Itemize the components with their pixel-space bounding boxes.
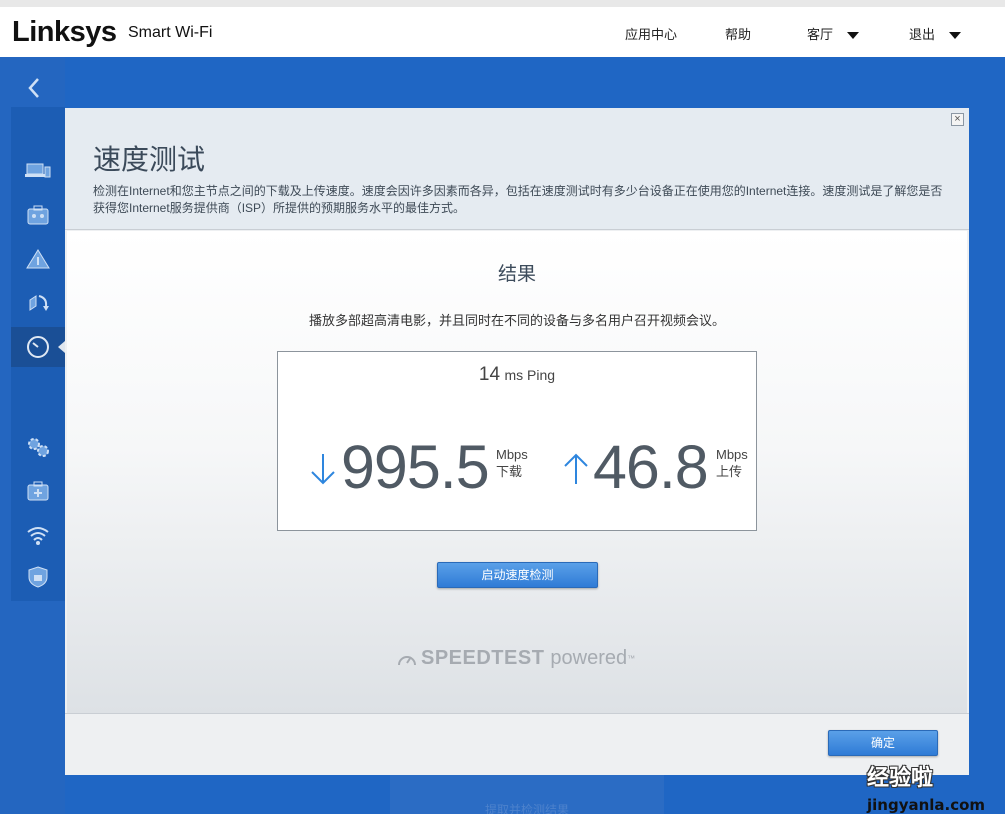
close-icon[interactable]: ×	[951, 113, 964, 126]
nav-help-link[interactable]: 帮助	[725, 24, 751, 43]
dialog-header: × 速度测试 检测在Internet和您主节点之间的下载及上传速度。速度会因许多…	[65, 108, 969, 230]
dialog-footer: 确定	[65, 713, 969, 775]
download-unit: Mbps 下载	[496, 446, 528, 480]
top-bar: Linksys Smart Wi-Fi 应用中心 帮助 客厅 退出	[0, 0, 1005, 57]
speedtest-powered-logo: SPEEDTEST powered ™	[397, 647, 635, 670]
upload-unit-mbps: Mbps	[716, 447, 748, 462]
download-arrow-icon	[310, 452, 336, 491]
sidebar-item-speed-test[interactable]	[11, 327, 65, 367]
product-name: Smart Wi-Fi	[128, 24, 213, 41]
download-label: 下载	[496, 464, 523, 479]
chevron-down-icon	[949, 32, 962, 40]
upload-unit: Mbps 上传	[716, 446, 748, 480]
download-speed-value: 995.5	[341, 433, 490, 501]
speed-test-dialog: × 速度测试 检测在Internet和您主节点之间的下载及上传速度。速度会因许多…	[65, 108, 969, 775]
start-speed-test-button[interactable]: 启动速度检测	[437, 562, 598, 588]
speed-test-icon	[27, 336, 49, 358]
result-title: 结果	[497, 264, 536, 285]
sidebar	[0, 57, 65, 814]
download-unit-mbps: Mbps	[496, 447, 528, 462]
nav-room-label: 客厅	[807, 27, 834, 42]
watermark-cn: 经验啦	[867, 766, 934, 791]
speedometer-icon	[398, 655, 416, 665]
settings-gears-icon[interactable]	[11, 427, 65, 467]
ping-unit: ms Ping	[504, 367, 556, 383]
upload-speed-value: 46.8	[593, 433, 709, 501]
troubleshooting-icon[interactable]	[11, 471, 65, 511]
upload-arrow-icon	[563, 452, 589, 491]
devices-icon[interactable]	[11, 151, 65, 191]
ping-value: 14	[478, 364, 501, 385]
result-box: 14 ms Ping 995.5 Mbps 下载 46.8 Mbps 上传	[277, 351, 757, 531]
speedtest-tm: ™	[627, 654, 636, 663]
nav-logout-label: 退出	[909, 27, 936, 42]
dialog-body: 结果 播放多部超高清电影，并且同时在不同的设备与多名用户召开视频会议。 14 m…	[67, 231, 967, 713]
media-prioritization-icon[interactable]	[11, 283, 65, 323]
ping-readout: 14 ms Ping	[278, 364, 756, 386]
nav-logout-dropdown[interactable]: 退出	[909, 24, 962, 43]
result-summary: 播放多部超高清电影，并且同时在不同的设备与多名用户召开视频会议。	[308, 313, 725, 328]
parental-controls-icon[interactable]	[11, 195, 65, 235]
network-map-icon[interactable]	[11, 239, 65, 279]
wifi-settings-icon[interactable]	[11, 515, 65, 555]
chevron-down-icon	[847, 32, 860, 40]
upload-label: 上传	[716, 464, 743, 479]
watermark-en: jingyanla.com	[867, 796, 986, 814]
dialog-title: 速度测试	[93, 144, 206, 175]
background-panel-text: 提取并检测结果	[390, 775, 664, 814]
speedtest-powered-text: powered	[550, 647, 628, 669]
dialog-description: 检测在Internet和您主节点之间的下载及上传速度。速度会因许多因素而各异，包…	[93, 184, 943, 215]
watermark: 经验啦 jingyanla.com	[867, 760, 987, 814]
nav-apps-link[interactable]: 应用中心	[625, 24, 677, 43]
back-chevron-icon[interactable]	[14, 71, 54, 105]
linksys-logo[interactable]: Linksys	[12, 16, 117, 49]
security-icon[interactable]	[11, 557, 65, 597]
speedtest-brand: SPEEDTEST	[421, 647, 545, 669]
nav-room-dropdown[interactable]: 客厅	[807, 24, 860, 43]
ok-button[interactable]: 确定	[828, 730, 938, 756]
